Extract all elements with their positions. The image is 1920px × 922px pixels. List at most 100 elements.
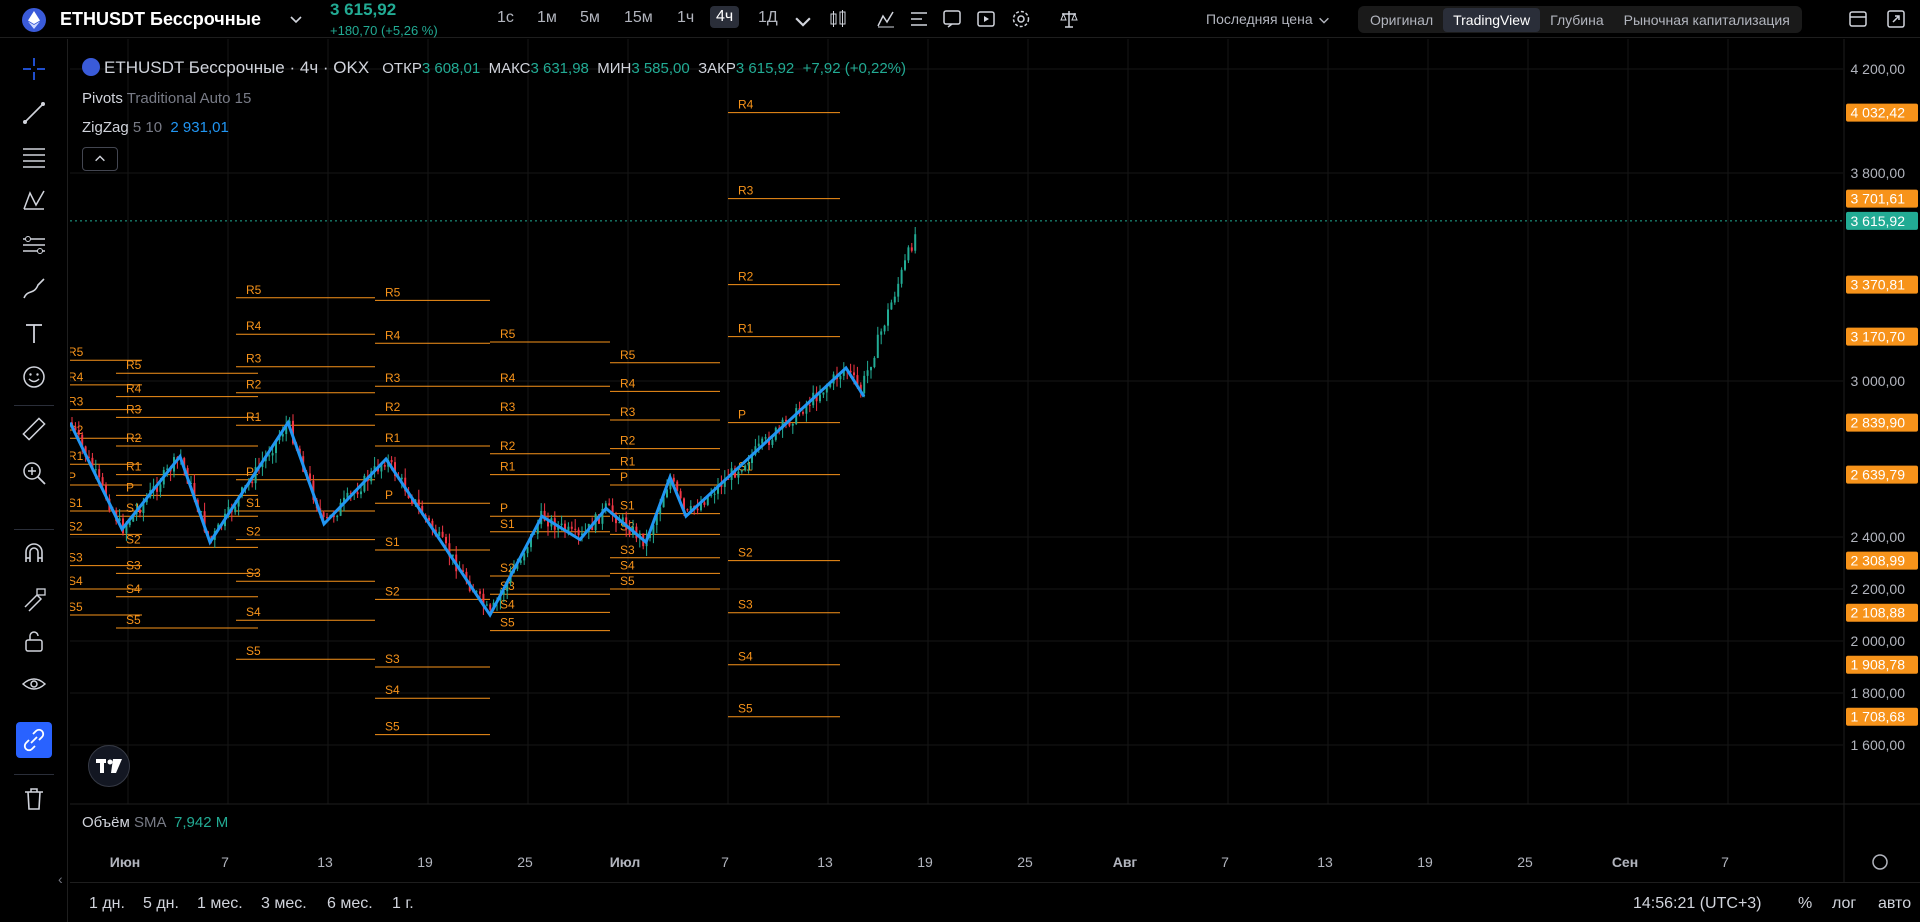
pivot-label: S5 (126, 613, 141, 627)
tf-1d[interactable]: 1Д (758, 9, 778, 27)
price-type-select[interactable]: Последняя цена (1206, 11, 1331, 27)
pivot-label: R2 (385, 400, 401, 414)
candle (326, 517, 328, 519)
price-badge-label: 1 908,78 (1851, 657, 1906, 673)
trash-icon[interactable] (18, 783, 50, 815)
tradingview-logo-icon[interactable] (88, 745, 130, 787)
candle (907, 247, 910, 261)
tf-1m[interactable]: 1м (537, 9, 557, 27)
candle (764, 437, 767, 439)
pivot-label: S1 (70, 496, 83, 510)
indicators-icon[interactable] (875, 8, 897, 30)
fib-retracement-icon[interactable] (18, 141, 50, 173)
collapse-legend-button[interactable] (82, 147, 118, 171)
bar-change-value: +7,92 (+0,22%) (802, 60, 907, 77)
alert-icon[interactable] (941, 8, 963, 30)
pivots-legend[interactable]: Pivots Traditional Auto 15 (82, 90, 251, 107)
candle (887, 309, 889, 326)
range-6m[interactable]: 6 мес. (327, 895, 373, 913)
pivot-label: S4 (738, 650, 753, 664)
candle (791, 423, 794, 426)
range-1d[interactable]: 1 дн. (89, 895, 125, 913)
legend-title: ETHUSDT Бессрочные · 4ч · OKX (104, 58, 370, 77)
tf-4h[interactable]: 4ч (710, 6, 740, 28)
range-5d[interactable]: 5 дн. (143, 895, 179, 913)
scale-log-toggle[interactable]: лог (1832, 895, 1856, 913)
candle (761, 438, 764, 444)
pivot-label: R1 (385, 431, 401, 445)
pattern-icon[interactable] (18, 185, 50, 217)
candle (608, 503, 611, 506)
range-1m[interactable]: 1 мес. (197, 895, 243, 913)
high-value: 3 631,98 (530, 60, 589, 77)
emoji-icon[interactable] (18, 361, 50, 393)
tf-15m[interactable]: 15м (624, 9, 653, 27)
magnet-icon[interactable] (18, 538, 50, 570)
pivot-label: R2 (620, 434, 636, 448)
price-chart[interactable]: R5R4R3R2R1PS1S2S3S4S5R5R4R3R2R1PS1S2S3S4… (70, 39, 1920, 882)
link-icon[interactable] (16, 722, 52, 758)
volume-legend[interactable]: Объём SMA 7,942 M (82, 814, 228, 831)
chart-area[interactable]: R5 R4 R3 R2 R1 P S1 S2 S3 S4 S5 R5 R4 R3 R2 R1 P S1 S2 S3 S4… (70, 39, 1920, 922)
view-mode-original[interactable]: Оригинал (1360, 8, 1443, 32)
layout-icon[interactable] (1847, 8, 1869, 30)
trend-line-icon[interactable] (18, 97, 50, 129)
time-tick: 7 (1721, 854, 1729, 870)
symbol-name[interactable]: ETHUSDT Бессрочные (60, 9, 261, 30)
axis-settings-icon[interactable] (1872, 854, 1888, 870)
candle (98, 469, 101, 478)
candle (322, 512, 325, 518)
forecast-icon[interactable] (18, 229, 50, 261)
compare-scales-icon[interactable] (1058, 8, 1080, 30)
text-icon[interactable] (18, 317, 50, 349)
ruler-icon[interactable] (18, 413, 50, 445)
scale-percent-toggle[interactable]: % (1798, 895, 1812, 913)
unlock-icon[interactable] (18, 625, 50, 657)
view-mode-depth[interactable]: Глубина (1540, 8, 1613, 32)
tf-5m[interactable]: 5м (580, 9, 600, 27)
candle (744, 465, 747, 471)
fullscreen-icon[interactable] (1885, 8, 1907, 30)
chevron-down-icon[interactable] (288, 11, 304, 27)
pivot-label: S5 (500, 616, 515, 630)
tf-more-chevron-icon[interactable] (792, 10, 811, 27)
zoom-in-icon[interactable] (18, 457, 50, 489)
tf-1s[interactable]: 1с (497, 9, 514, 27)
chevron-up-icon (95, 155, 105, 162)
range-1y[interactable]: 1 г. (392, 895, 414, 913)
eye-icon[interactable] (18, 669, 50, 701)
candles-icon[interactable] (827, 8, 849, 30)
pivot-label: S2 (70, 519, 83, 533)
top-toolbar: ETHUSDT Бессрочные 3 615,92 +180,70 (+5,… (0, 0, 1920, 38)
volume-name: Объём (82, 814, 130, 831)
clock[interactable]: 14:56:21 (UTC+3) (1633, 895, 1762, 913)
zigzag-legend[interactable]: ZigZag 5 10 2 931,01 (82, 119, 229, 136)
pivot-label: S4 (246, 605, 261, 619)
view-mode-market-cap[interactable]: Рыночная капитализация (1614, 8, 1800, 32)
time-tick: 25 (1517, 854, 1533, 870)
brush-icon[interactable] (18, 273, 50, 305)
candle (336, 515, 339, 518)
lock-drawing-icon[interactable] (18, 582, 50, 614)
collapse-toolbar-icon[interactable]: ‹ (58, 871, 63, 887)
zigzag-params: 5 10 (132, 119, 163, 136)
gear-icon[interactable] (1010, 8, 1032, 30)
pivots-params: Traditional Auto 15 (126, 90, 252, 107)
crosshair-icon[interactable] (18, 53, 50, 85)
range-3m[interactable]: 3 мес. (261, 895, 307, 913)
templates-icon[interactable] (908, 8, 930, 30)
pivot-label: S3 (126, 558, 141, 572)
low-label: МИН (597, 60, 632, 77)
tf-1h[interactable]: 1ч (677, 9, 694, 27)
time-tick: Июн (110, 854, 140, 870)
candle (863, 375, 866, 394)
candle (883, 325, 886, 332)
scale-auto-toggle[interactable]: авто (1878, 895, 1911, 913)
view-mode-tradingview[interactable]: TradingView (1443, 7, 1541, 32)
pivot-label: R5 (500, 327, 516, 341)
pivot-label: S2 (738, 546, 753, 560)
candle (441, 531, 444, 537)
replay-icon[interactable] (975, 8, 997, 30)
price-tick: 3 800,00 (1851, 165, 1906, 181)
pivot-label: R1 (70, 449, 84, 463)
